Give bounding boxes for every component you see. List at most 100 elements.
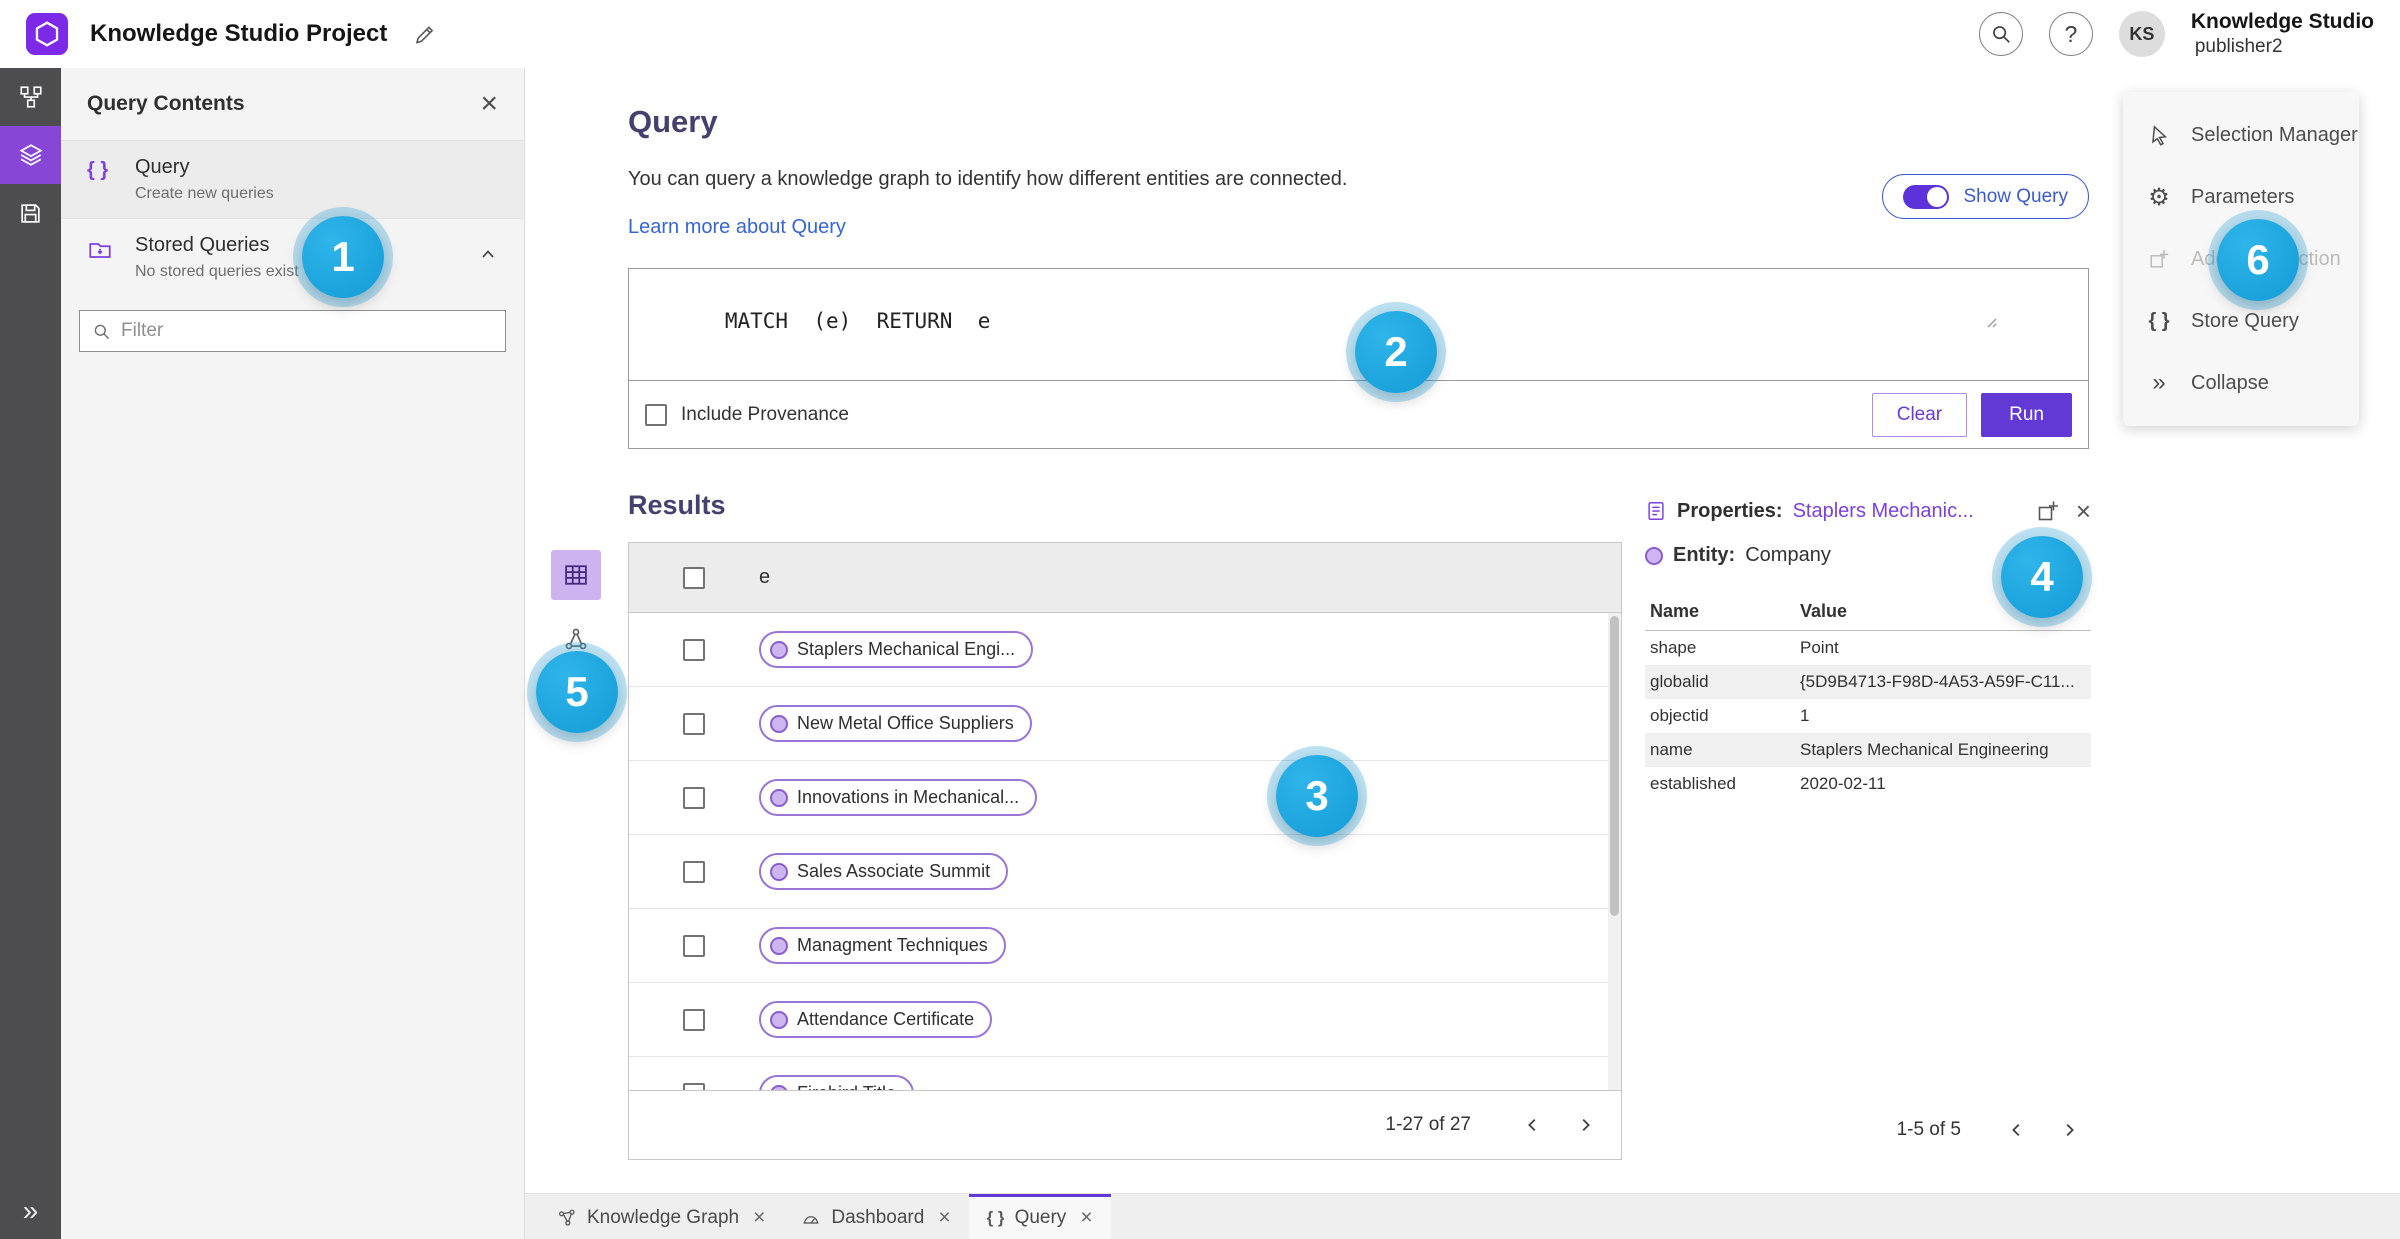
close-icon[interactable]: × [753, 1206, 765, 1230]
user-name: Knowledge Studio [2190, 10, 2374, 33]
entity-chip[interactable]: Firebird Title [759, 1075, 915, 1090]
sidebar-item-query[interactable]: { } Query Create new queries [61, 141, 524, 219]
next-page-button[interactable] [2051, 1112, 2087, 1148]
property-row: objectid 1 [1650, 706, 1810, 725]
search-button[interactable] [1978, 12, 2023, 56]
panel-close-button[interactable]: × [480, 89, 498, 119]
run-button[interactable]: Run [1981, 392, 2072, 437]
entity-dot-icon [1645, 546, 1663, 565]
braces-icon: { } [986, 1208, 1005, 1227]
property-row: shape Point [1650, 638, 1839, 657]
table-row: New Metal Office Suppliers [629, 687, 1621, 761]
annotation-badge-6: 6 [2217, 219, 2299, 301]
tab-dashboard[interactable]: Dashboard × [783, 1194, 968, 1239]
filter-input[interactable] [121, 320, 493, 342]
topbar-actions: ? KS Knowledge Studio publisher2 [1978, 9, 2374, 59]
rail-data-model-button[interactable] [0, 68, 61, 126]
scrollbar-thumb[interactable] [1610, 616, 1619, 916]
row-checkbox[interactable] [683, 712, 705, 735]
row-checkbox[interactable] [683, 638, 705, 661]
include-provenance-label: Include Provenance [681, 403, 849, 425]
query-heading: Query [628, 104, 718, 139]
tab-knowledge-graph[interactable]: Knowledge Graph × [539, 1194, 783, 1239]
learn-more-link[interactable]: Learn more about Query [628, 216, 846, 239]
prev-page-button[interactable] [1999, 1112, 2035, 1148]
entity-chip[interactable]: Attendance Certificate [759, 1001, 993, 1038]
row-checkbox[interactable] [683, 860, 705, 883]
edit-title-button[interactable] [413, 22, 437, 46]
properties-header: Properties: Staplers Mechanic... × [1645, 498, 2091, 524]
data-model-icon [18, 84, 44, 110]
close-icon: × [2075, 496, 2091, 526]
user-block: Knowledge Studio publisher2 [2191, 9, 2374, 59]
entity-chip[interactable]: New Metal Office Suppliers [759, 705, 1032, 742]
select-all-checkbox[interactable] [683, 566, 705, 589]
avatar[interactable]: KS [2118, 11, 2165, 57]
annotation-badge-4: 4 [2001, 536, 2083, 618]
row-checkbox[interactable] [683, 934, 705, 957]
rail-expand-button[interactable]: » [0, 1183, 61, 1239]
add-to-selection-button[interactable] [2036, 499, 2060, 523]
results-view-toolbar [551, 550, 601, 664]
properties-close-button[interactable]: × [2076, 498, 2091, 524]
clear-button[interactable]: Clear [1871, 392, 1968, 437]
next-page-button[interactable] [1567, 1107, 1603, 1143]
row-checkbox[interactable] [683, 1008, 705, 1031]
hexagon-icon [33, 20, 61, 48]
table-view-button[interactable] [551, 550, 601, 600]
help-button[interactable]: ? [2048, 12, 2093, 56]
rail-save-button[interactable] [0, 184, 61, 242]
page-count: 1-5 of 5 [1896, 1119, 1961, 1140]
save-icon [18, 201, 43, 226]
entity-dot-icon [770, 788, 788, 807]
knowledge-graph-icon [557, 1208, 577, 1228]
tab-query[interactable]: { } Query × [968, 1194, 1111, 1239]
table-row: Sales Associate Summit [629, 835, 1621, 909]
include-provenance-checkbox[interactable] [645, 403, 667, 426]
panel-header: Query Contents × [61, 68, 524, 141]
project-title: Knowledge Studio Project [90, 20, 388, 47]
rail-contents-button[interactable] [0, 126, 61, 184]
close-icon[interactable]: × [938, 1206, 950, 1230]
close-icon[interactable]: × [1080, 1206, 1092, 1230]
pointer-icon [2145, 124, 2173, 146]
chevron-up-icon[interactable] [478, 234, 498, 264]
app-logo[interactable] [26, 13, 68, 55]
menu-item-parameters[interactable]: ⚙ Parameters [2123, 166, 2359, 228]
item-sublabel: No stored queries exist [135, 263, 299, 280]
entity-chip[interactable]: Staplers Mechanical Engi... [759, 631, 1034, 668]
menu-item-selection-manager[interactable]: Selection Manager [2123, 104, 2359, 166]
resize-handle[interactable] [1983, 266, 2084, 376]
entity-chip[interactable]: Innovations in Mechanical... [759, 779, 1038, 816]
chevron-right-icon [2060, 1121, 2078, 1139]
properties-doc-icon [1645, 500, 1667, 522]
menu-item-collapse[interactable]: » Collapse [2123, 352, 2359, 414]
results-heading: Results [628, 490, 726, 520]
chevron-right-icon [1576, 1116, 1594, 1134]
sidebar-item-stored-queries[interactable]: Stored Queries No stored queries exist [61, 219, 524, 296]
entity-chip[interactable]: Sales Associate Summit [759, 853, 1009, 890]
entity-chip[interactable]: Managment Techniques [759, 927, 1006, 964]
selected-entity-link[interactable]: Staplers Mechanic... [1793, 500, 2026, 523]
prev-page-button[interactable] [1515, 1107, 1551, 1143]
entity-dot-icon [770, 640, 788, 659]
table-row: Innovations in Mechanical... [629, 761, 1621, 835]
properties-pagination: 1-5 of 5 [1897, 1112, 2087, 1148]
entity-dot-icon [770, 1010, 788, 1029]
menu-item-store-query[interactable]: { } Store Query [2123, 290, 2359, 352]
user-role: publisher2 [2194, 36, 2283, 58]
row-checkbox[interactable] [683, 786, 705, 809]
property-row: name Staplers Mechanical Engineering [1645, 733, 2091, 767]
row-checkbox[interactable] [683, 1082, 705, 1090]
page-count: 1-27 of 27 [1385, 1114, 1471, 1135]
add-to-selection-icon [2036, 499, 2060, 523]
entity-dot-icon [770, 714, 788, 733]
entity-dot-icon [770, 862, 788, 881]
toggle-switch-icon[interactable] [1903, 184, 1950, 209]
item-label: Stored Queries [135, 234, 270, 256]
editor-controls: Include Provenance Clear Run [629, 381, 2088, 448]
query-contents-panel: Query Contents × { } Query Create new qu… [61, 68, 525, 1239]
braces-icon: { } [2148, 309, 2170, 332]
add-to-selection-icon [2145, 248, 2173, 270]
show-query-toggle[interactable]: Show Query [1882, 174, 2089, 219]
